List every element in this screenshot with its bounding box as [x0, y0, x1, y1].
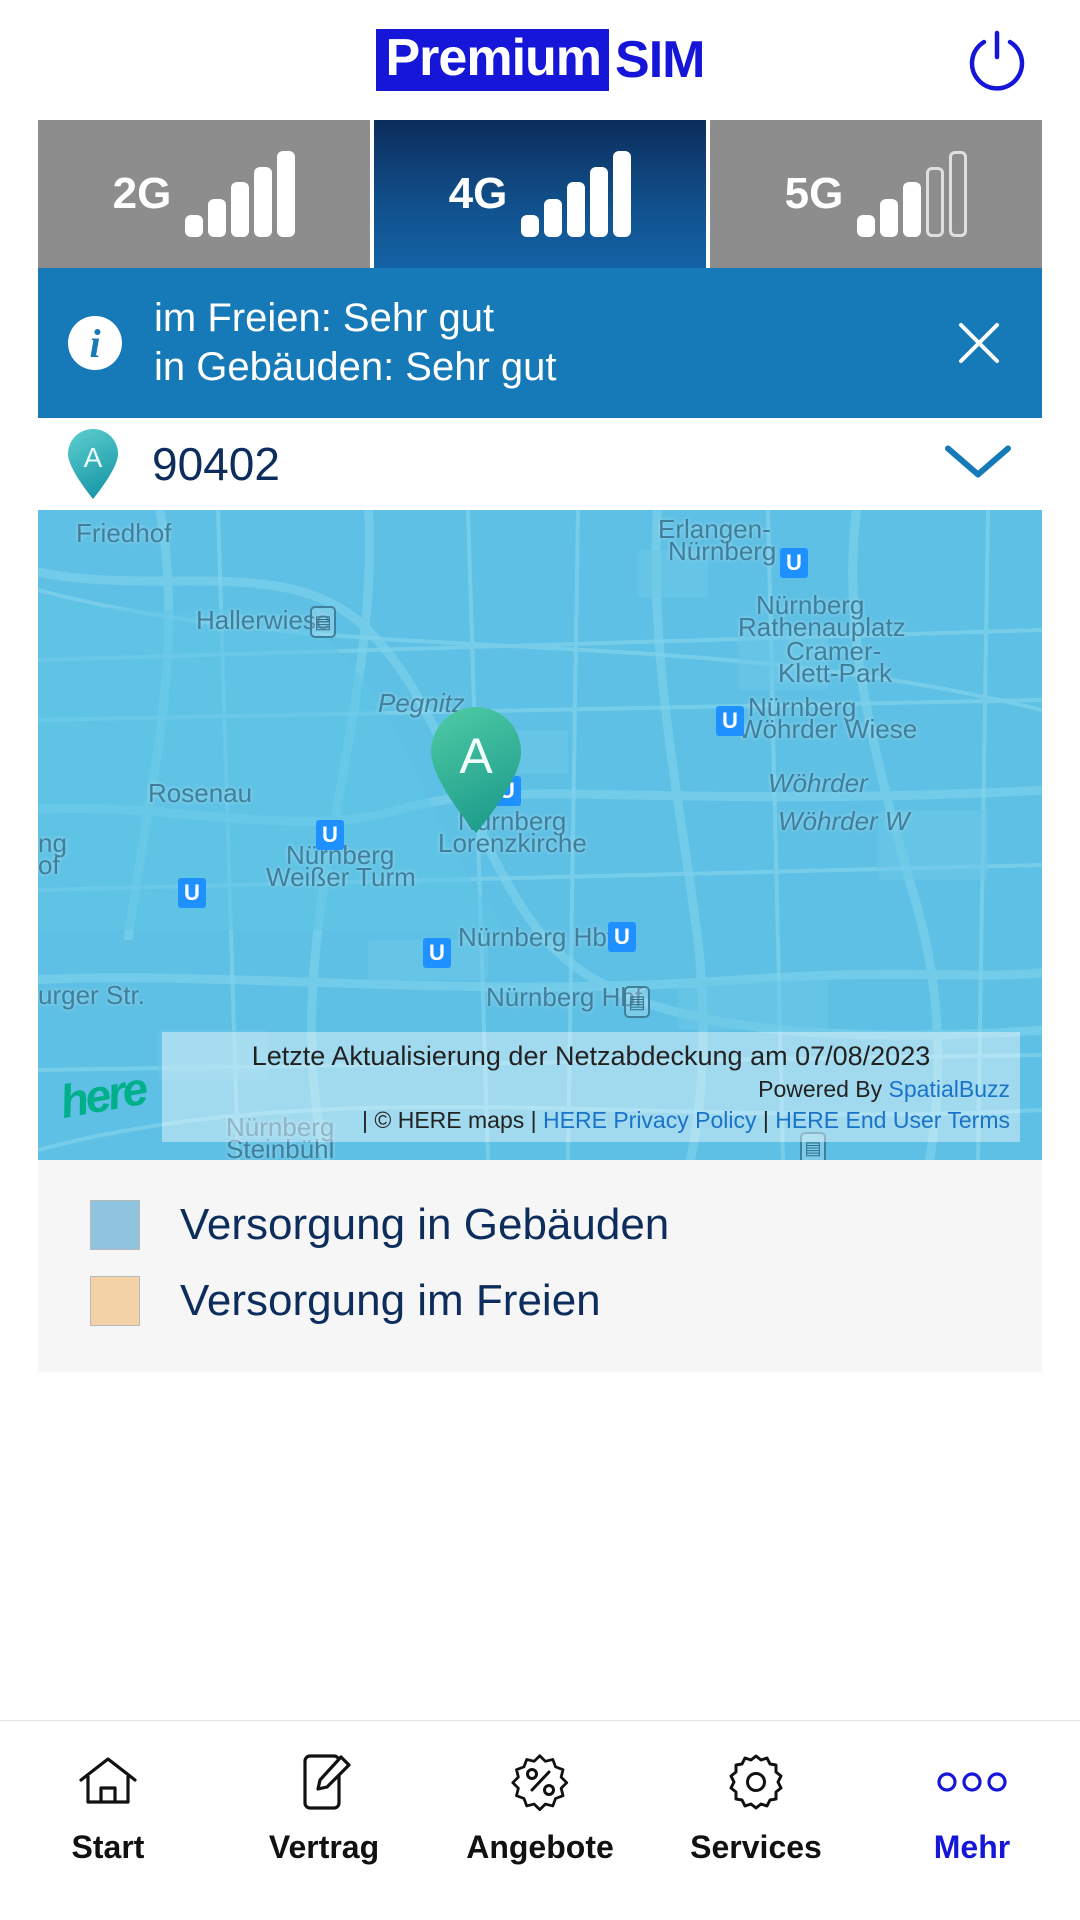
signal-bars-icon: [857, 151, 968, 237]
map-label: of: [38, 850, 60, 880]
power-icon[interactable]: [960, 23, 1034, 97]
brand-logo: Premium SIM: [375, 28, 705, 92]
signal-bars-icon: [185, 151, 296, 237]
ubahn-icon: U: [780, 548, 808, 578]
legend-item-outdoor: Versorgung im Freien: [90, 1276, 1042, 1326]
legend-label-outdoor: Versorgung im Freien: [180, 1276, 601, 1325]
legend-label-indoor: Versorgung in Gebäuden: [180, 1200, 670, 1249]
here-copyright: | © HERE maps |: [362, 1106, 544, 1133]
nav-item-angebote[interactable]: Angebote: [432, 1733, 648, 1920]
map-update-text: Letzte Aktualisierung der Netzabdeckung …: [251, 1041, 931, 1072]
legend-item-indoor: Versorgung in Gebäuden: [90, 1200, 1042, 1250]
map-label: urger Str.: [38, 980, 145, 1010]
signal-bars-icon: [521, 151, 632, 237]
nav-label-mehr: Mehr: [933, 1829, 1011, 1865]
location-selector[interactable]: A 90402: [38, 418, 1042, 510]
svg-text:A: A: [84, 442, 103, 473]
nav-item-mehr[interactable]: Mehr: [864, 1733, 1080, 1920]
tab-2g[interactable]: 2G: [38, 120, 370, 268]
ubahn-icon: U: [178, 878, 206, 908]
here-terms-link[interactable]: HERE End User Terms: [775, 1107, 1010, 1133]
map-label: Klett-Park: [778, 658, 893, 688]
coverage-info-banner: i im Freien: Sehr gut in Gebäuden: Sehr …: [38, 268, 1042, 418]
map-label: Weißer Turm: [266, 862, 416, 892]
map-label: Nürnberg Hbf: [458, 922, 615, 952]
nav-label-angebote: Angebote: [466, 1829, 614, 1865]
map-powered-by: Powered By SpatialBuzz: [172, 1074, 1010, 1105]
logo-sim-text: SIM: [615, 30, 705, 89]
tab-4g-label: 4G: [448, 169, 508, 218]
ubahn-icon: U: [316, 820, 344, 850]
map-label: Friedhof: [76, 518, 172, 548]
home-icon: [77, 1751, 139, 1813]
spatialbuzz-link[interactable]: SpatialBuzz: [889, 1076, 1010, 1102]
network-tabs: 2G 4G 5G: [38, 120, 1042, 268]
tab-2g-label: 2G: [112, 169, 172, 218]
coverage-outdoor-line: im Freien: Sehr gut: [154, 296, 495, 341]
tab-4g[interactable]: 4G: [374, 120, 706, 268]
close-icon[interactable]: [944, 308, 1014, 378]
nav-label-start: Start: [71, 1829, 145, 1865]
tab-5g-label: 5G: [784, 169, 844, 218]
app-root: Premium SIM 2G 4G 5G i im Freien: Sehr g…: [0, 0, 1080, 1920]
nav-label-vertrag: Vertrag: [268, 1829, 380, 1865]
powered-by-prefix: Powered By: [758, 1075, 889, 1102]
map-label: Wöhrder Wiese: [738, 714, 918, 744]
map-label: Wöhrder: [768, 768, 868, 798]
svg-text:A: A: [459, 728, 493, 784]
coverage-info-text: im Freien: Sehr gut in Gebäuden: Sehr gu…: [154, 294, 944, 392]
poi-icon: ▤: [310, 606, 336, 638]
chevron-down-icon[interactable]: [942, 441, 1014, 488]
legend-swatch-indoor: [90, 1200, 140, 1250]
gear-icon: [726, 1751, 786, 1813]
contract-icon: [295, 1751, 353, 1813]
poi-icon: ▤: [624, 986, 650, 1018]
nav-item-start[interactable]: Start: [0, 1733, 216, 1920]
here-privacy-link[interactable]: HERE Privacy Policy: [543, 1107, 756, 1133]
coverage-map[interactable]: Friedhof Erlangen- Nürnberg Hallerwiese …: [38, 510, 1042, 1160]
ubahn-icon: U: [716, 706, 744, 736]
map-location-pin: A: [428, 705, 524, 835]
nav-item-services[interactable]: Services: [648, 1733, 864, 1920]
info-icon: i: [68, 316, 122, 370]
nav-item-vertrag[interactable]: Vertrag: [216, 1733, 432, 1920]
nav-label-services: Services: [690, 1829, 822, 1865]
map-label: Nürnberg Hbf: [486, 982, 643, 1012]
more-icon: [935, 1751, 1009, 1813]
map-attribution: Letzte Aktualisierung der Netzabdeckung …: [162, 1032, 1020, 1142]
ubahn-icon: U: [423, 938, 451, 968]
map-label: Wöhrder W: [778, 806, 910, 836]
legend-swatch-outdoor: [90, 1276, 140, 1326]
location-pin-icon: A: [66, 427, 120, 501]
link-separator: |: [756, 1106, 776, 1133]
ubahn-icon: U: [608, 922, 636, 952]
map-label: Nürnberg: [668, 536, 777, 566]
coverage-indoor-line: in Gebäuden: Sehr gut: [154, 345, 557, 389]
postal-code-value: 90402: [152, 438, 280, 490]
app-header: Premium SIM: [0, 0, 1080, 120]
coverage-legend: Versorgung in Gebäuden Versorgung im Fre…: [38, 1160, 1042, 1372]
tab-5g[interactable]: 5G: [710, 120, 1042, 268]
map-legal-links: | © HERE maps | HERE Privacy Policy | HE…: [172, 1105, 1010, 1136]
logo-premium-text: Premium: [375, 28, 610, 92]
bottom-navigation: Start Vertrag Angebote Services Mehr: [0, 1720, 1080, 1920]
offers-icon: [510, 1751, 570, 1813]
map-label: Rosenau: [148, 778, 253, 808]
